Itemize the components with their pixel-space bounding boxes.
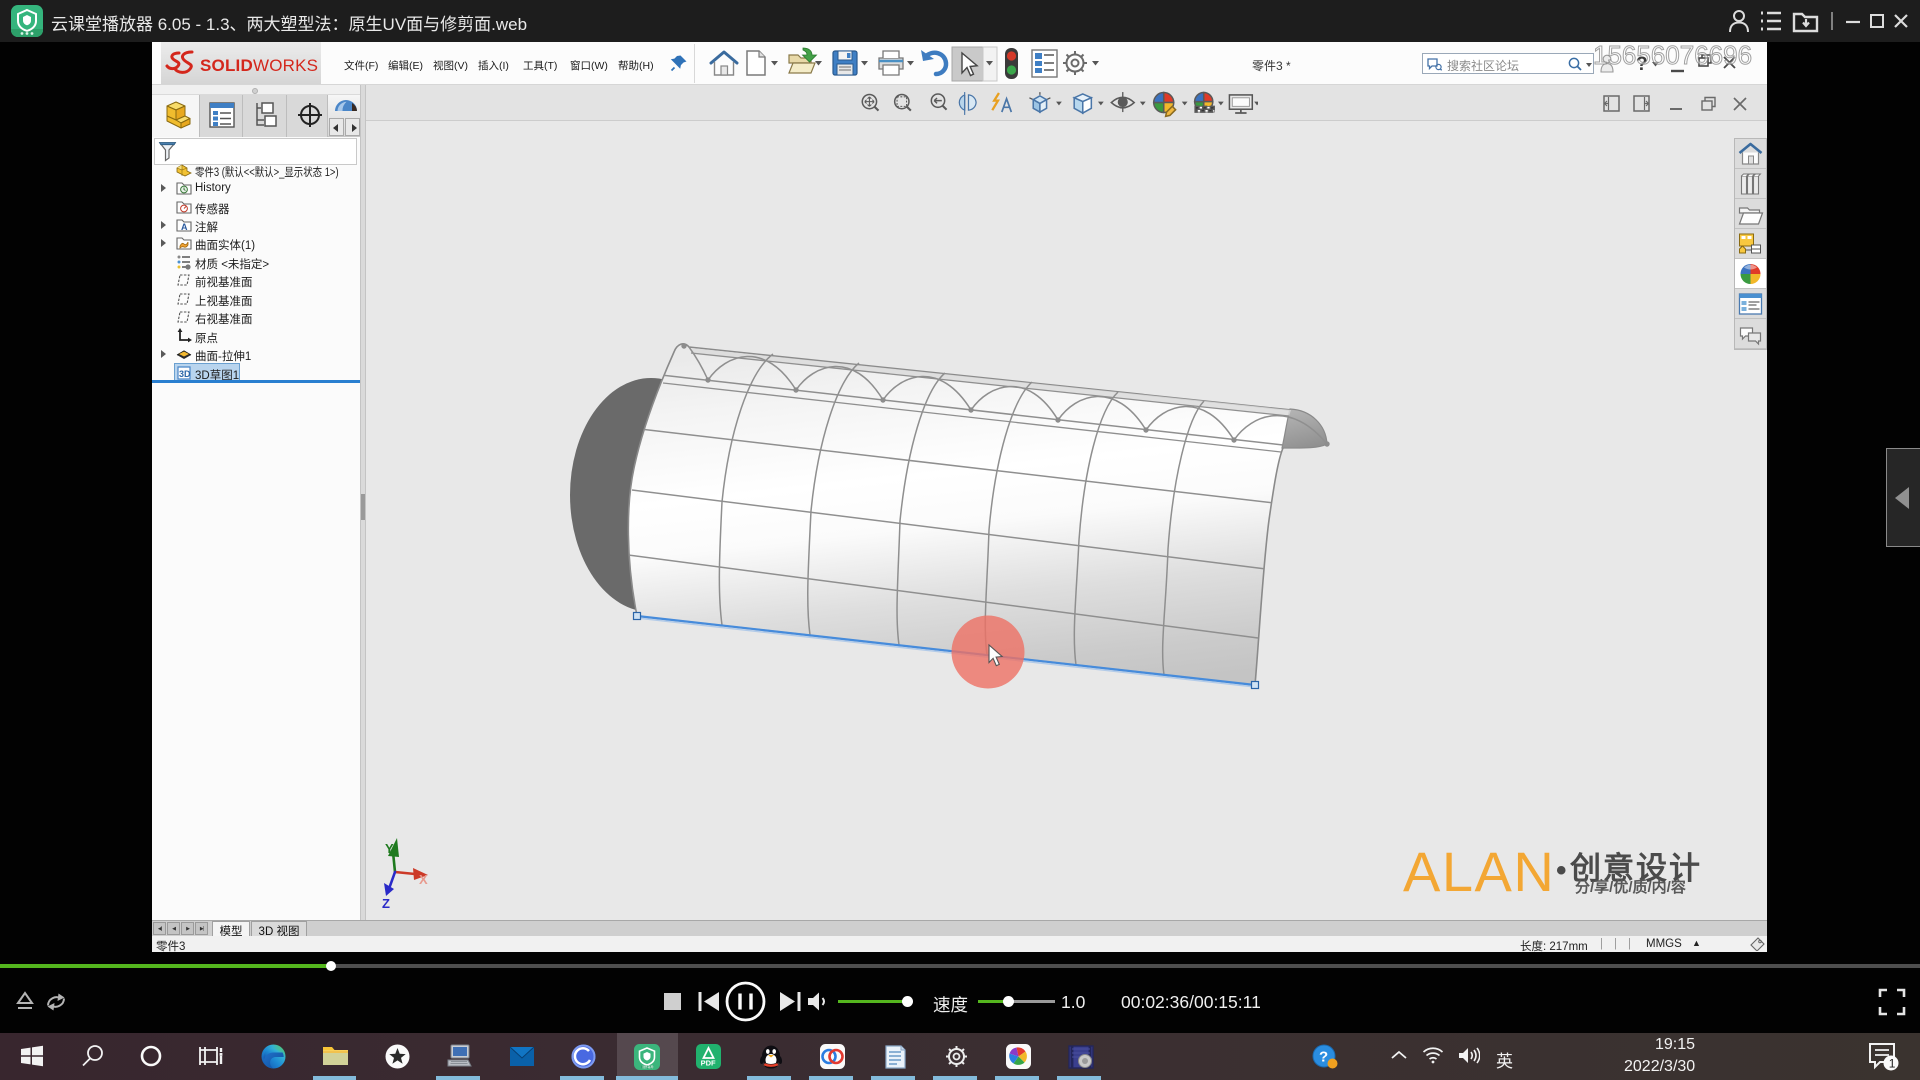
svg-text:Y: Y xyxy=(385,841,394,856)
svg-text:Z: Z xyxy=(382,896,390,911)
svg-text:课外辅导: 课外辅导 xyxy=(642,1065,653,1069)
svg-text:?: ? xyxy=(1319,1049,1328,1066)
svg-text:A: A xyxy=(181,222,188,232)
svg-text:PDF: PDF xyxy=(701,1059,716,1068)
svg-text:3D: 3D xyxy=(179,369,191,379)
svg-text:SOLIDWORKS: SOLIDWORKS xyxy=(200,56,318,75)
svg-text:X: X xyxy=(419,872,428,887)
svg-text:1: 1 xyxy=(1889,1057,1896,1071)
